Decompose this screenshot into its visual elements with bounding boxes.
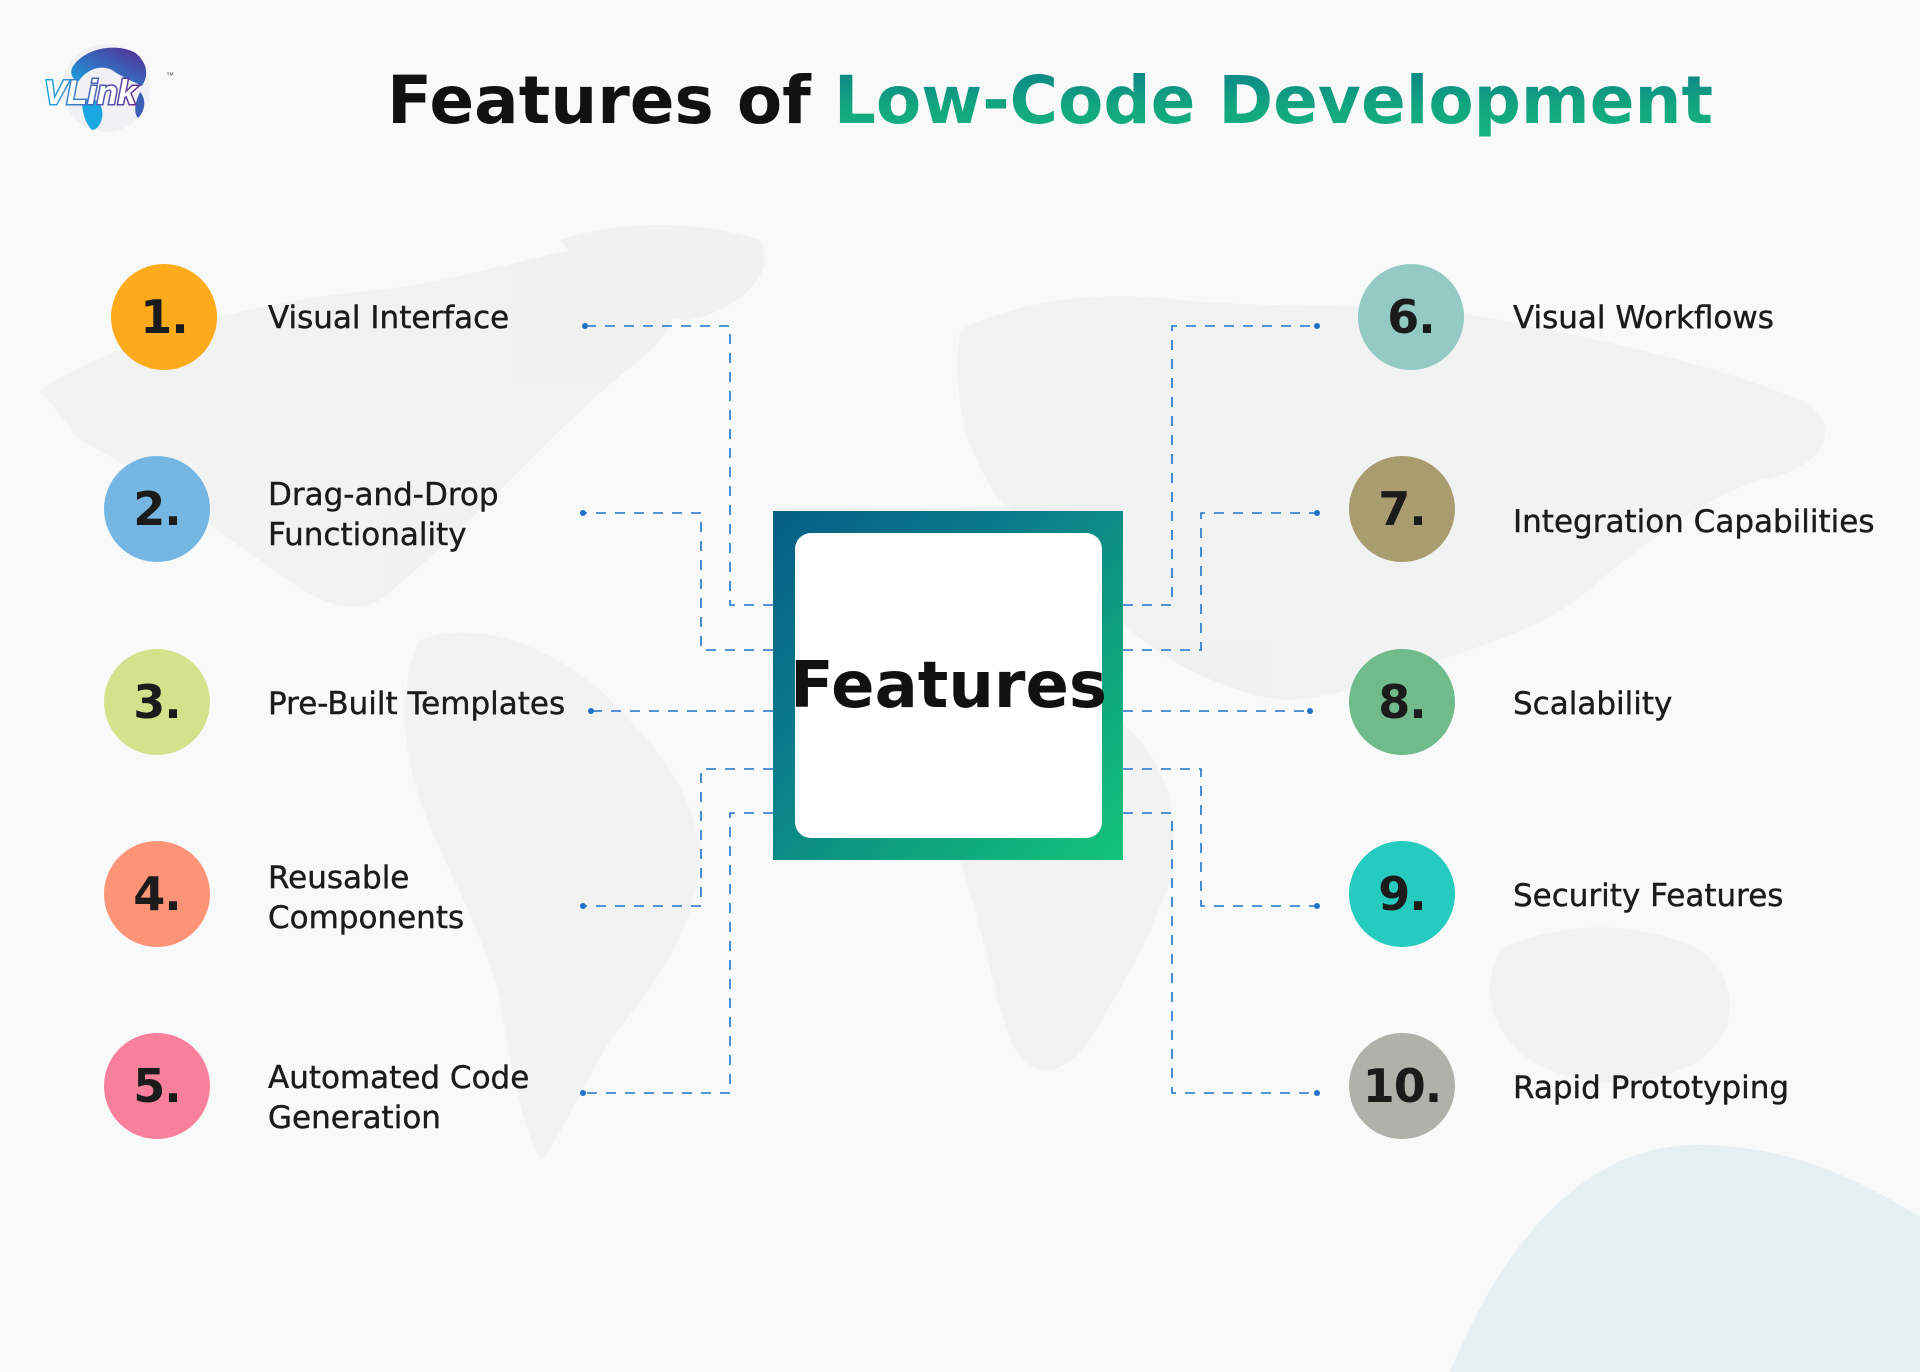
feature-label: Scalability — [1513, 684, 1673, 724]
feature-label-line-1: Drag-and-Drop — [268, 477, 499, 513]
feature-label-line-1: Reusable — [268, 860, 410, 896]
feature-label: Pre-Built Templates — [268, 684, 566, 724]
page-title: Features of Low-Code Development — [0, 62, 1920, 139]
number-text: 1. — [140, 290, 188, 344]
number-badge: 10. — [1349, 1033, 1455, 1139]
number-text: 9. — [1378, 867, 1426, 921]
number-badge: 3. — [104, 649, 210, 755]
title-plain: Features of — [387, 62, 834, 139]
number-text: 3. — [133, 675, 181, 729]
title-accent: Low-Code Development — [833, 62, 1713, 139]
number-badge: 1. — [111, 264, 217, 370]
number-text: 2. — [133, 482, 181, 536]
feature-label-line-2: Components — [268, 900, 465, 936]
number-badge: 8. — [1349, 649, 1455, 755]
center-label: Features — [790, 648, 1107, 723]
center-features-box: Features — [773, 511, 1123, 860]
feature-label-text: Pre-Built Templates — [268, 686, 566, 722]
feature-label-text: Visual Workflows — [1513, 300, 1774, 336]
feature-label: Integration Capabilities — [1513, 502, 1875, 542]
feature-label-line-2: Functionality — [268, 517, 467, 553]
number-badge: 4. — [104, 841, 210, 947]
feature-label: Security Features — [1513, 876, 1784, 916]
number-text: 6. — [1387, 290, 1435, 344]
feature-label: Visual Workflows — [1513, 298, 1774, 338]
feature-label: Rapid Prototyping — [1513, 1068, 1789, 1108]
number-badge: 7. — [1349, 456, 1455, 562]
feature-label-text: Integration Capabilities — [1513, 504, 1875, 540]
feature-label: Visual Interface — [268, 298, 510, 338]
number-badge: 5. — [104, 1033, 210, 1139]
feature-label-line-2: Generation — [268, 1100, 441, 1136]
feature-label-text: Visual Interface — [268, 300, 510, 336]
number-text: 5. — [133, 1059, 181, 1113]
center-inner-card: Features — [790, 533, 1107, 838]
corner-blob — [1450, 1145, 1920, 1372]
number-badge: 6. — [1358, 264, 1464, 370]
number-text: 8. — [1378, 675, 1426, 729]
feature-label-text: Rapid Prototyping — [1513, 1070, 1790, 1106]
feature-label-line-1: Automated Code — [268, 1060, 530, 1096]
feature-label-text: Scalability — [1513, 686, 1673, 722]
number-text: 4. — [133, 867, 181, 921]
number-badge: 2. — [104, 456, 210, 562]
number-text: 10. — [1362, 1059, 1442, 1113]
feature-label-text: Security Features — [1513, 878, 1784, 914]
feature-label: Reusable Components — [268, 858, 465, 938]
feature-label: Drag-and-Drop Functionality — [268, 475, 499, 555]
feature-label: Automated Code Generation — [268, 1058, 530, 1138]
number-badge: 9. — [1349, 841, 1455, 947]
number-text: 7. — [1378, 482, 1426, 536]
